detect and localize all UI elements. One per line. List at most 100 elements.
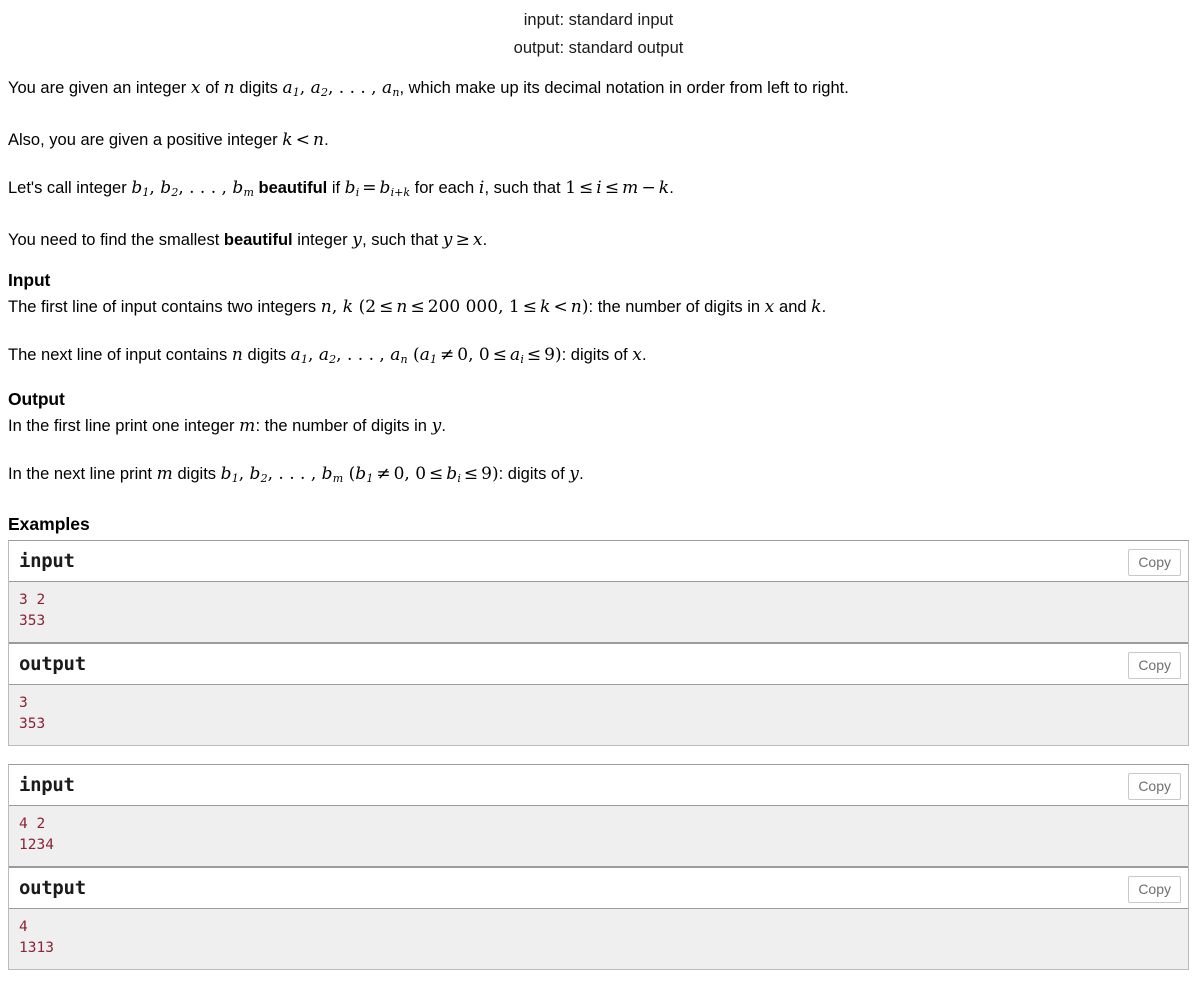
math-ellipsis: , . . . , bbox=[178, 178, 233, 199]
math-comma: , bbox=[331, 297, 343, 318]
math-x: x bbox=[632, 345, 643, 366]
math-sub: m bbox=[332, 472, 344, 486]
math-x: x bbox=[472, 230, 483, 251]
sample-output-data[interactable]: 4 1313 bbox=[9, 909, 1188, 970]
math-sub: i+k bbox=[390, 186, 411, 200]
math-k: k bbox=[342, 297, 354, 318]
sample-input-section: input Copy 4 2 1234 bbox=[9, 765, 1188, 868]
math-comma: , bbox=[404, 464, 416, 485]
sample-test: input Copy 4 2 1234 output Copy 4 1313 bbox=[8, 764, 1189, 971]
copy-output-button[interactable]: Copy bbox=[1128, 652, 1181, 680]
output-stream-line: output: standard output bbox=[513, 39, 684, 57]
math-ellipsis: , . . . , bbox=[327, 78, 382, 98]
math-paren-close: ) bbox=[581, 297, 589, 318]
sample-input-data[interactable]: 4 2 1234 bbox=[9, 806, 1188, 868]
math-an: an bbox=[390, 345, 408, 367]
math-a2: a2 bbox=[318, 345, 336, 366]
math-b2: b2 bbox=[249, 464, 268, 485]
text-fragment: . bbox=[324, 131, 329, 150]
text-fragment: and bbox=[774, 298, 812, 317]
math-two: 2 bbox=[365, 297, 377, 318]
sample-output-label: output bbox=[19, 877, 86, 900]
math-base: b bbox=[344, 178, 356, 199]
math-zero: 0 bbox=[415, 464, 427, 485]
math-bi: bi bbox=[344, 178, 360, 199]
text-fragment: You need to find the smallest bbox=[8, 231, 224, 250]
text-fragment: . bbox=[441, 417, 446, 436]
math-sub: 1 bbox=[231, 472, 239, 486]
math-base: b bbox=[131, 178, 143, 199]
math-paren-close: ) bbox=[554, 345, 562, 366]
math-ai: ai bbox=[510, 345, 524, 366]
math-sub: 2 bbox=[320, 86, 328, 100]
io-header: input: standard input output: standard o… bbox=[8, 0, 1189, 62]
math-base: a bbox=[390, 345, 401, 366]
term-beautiful: beautiful bbox=[223, 231, 293, 250]
math-n: n bbox=[396, 297, 408, 318]
math-base: b bbox=[249, 464, 261, 485]
copy-input-button[interactable]: Copy bbox=[1128, 773, 1181, 801]
math-zero: 0 bbox=[393, 464, 405, 485]
text-fragment: digits bbox=[234, 79, 283, 97]
input-specification-section: Input The first line of input contains t… bbox=[8, 269, 1189, 370]
output-spec-line-2: In the next line print m digits b1, b2, … bbox=[8, 464, 1189, 489]
math-bi: bi bbox=[446, 464, 461, 485]
math-nine: 9 bbox=[481, 464, 492, 485]
math-le: ≤ bbox=[522, 297, 537, 318]
copy-input-button[interactable]: Copy bbox=[1128, 549, 1181, 577]
math-sub: 1 bbox=[292, 86, 300, 100]
math-b1: b1 bbox=[221, 464, 239, 486]
math-k: k bbox=[282, 130, 293, 151]
math-zero: 0 bbox=[457, 345, 469, 366]
math-a1: a1 bbox=[291, 345, 308, 367]
math-base: b bbox=[446, 464, 458, 485]
math-one: 1 bbox=[565, 178, 577, 199]
problem-legend: You are given an integer x of n digits a… bbox=[8, 78, 1189, 251]
math-le: ≤ bbox=[410, 297, 425, 318]
math-an: an bbox=[382, 78, 399, 99]
math-nine: 9 bbox=[544, 345, 555, 366]
output-specification-section: Output In the first line print one integ… bbox=[8, 388, 1189, 489]
math-bm: bm bbox=[322, 464, 344, 486]
text-fragment: if bbox=[327, 179, 345, 198]
sample-test: input Copy 3 2 353 output Copy 3 353 bbox=[8, 540, 1189, 747]
math-b2: b2 bbox=[160, 178, 178, 199]
math-base: b bbox=[379, 178, 391, 199]
math-bm: bm bbox=[232, 178, 254, 199]
sample-input-data[interactable]: 3 2 353 bbox=[9, 582, 1188, 644]
math-comma: , bbox=[299, 78, 311, 98]
math-base: a bbox=[282, 78, 293, 98]
text-fragment: In the first line print one integer bbox=[8, 417, 240, 436]
math-n: n bbox=[320, 297, 332, 318]
math-b1: b1 bbox=[131, 178, 149, 199]
math-paren-close: ) bbox=[492, 464, 499, 485]
math-minus: − bbox=[641, 178, 656, 199]
math-y: y bbox=[352, 230, 363, 251]
math-sub: n bbox=[400, 353, 408, 367]
math-k: k bbox=[811, 297, 822, 318]
math-le: ≤ bbox=[379, 297, 394, 318]
input-spec-line-1: The first line of input contains two int… bbox=[8, 297, 1189, 318]
input-stream-line: input: standard input bbox=[523, 11, 674, 29]
math-equals: = bbox=[362, 178, 377, 199]
sample-output-label: output bbox=[19, 653, 86, 676]
math-base: a bbox=[382, 78, 393, 98]
math-bik: bi+k bbox=[379, 178, 411, 200]
math-le: ≤ bbox=[463, 464, 479, 485]
math-x: x bbox=[190, 78, 201, 98]
math-not-equal: ≠ bbox=[440, 345, 455, 366]
math-k: k bbox=[539, 297, 551, 318]
math-sub: 1 bbox=[301, 353, 308, 367]
sample-output-data[interactable]: 3 353 bbox=[9, 685, 1188, 746]
text-fragment: , which make up its decimal notation in … bbox=[399, 79, 849, 97]
math-base: a bbox=[419, 345, 431, 366]
text-fragment: of bbox=[200, 79, 224, 97]
math-le: ≤ bbox=[604, 178, 620, 199]
math-base: a bbox=[318, 345, 330, 366]
math-sub: 1 bbox=[430, 353, 438, 367]
copy-output-button[interactable]: Copy bbox=[1128, 876, 1181, 904]
math-not-equal: ≠ bbox=[376, 464, 391, 485]
math-n: n bbox=[313, 130, 325, 151]
text-fragment: . bbox=[821, 298, 827, 317]
text-fragment: digits bbox=[172, 465, 221, 484]
